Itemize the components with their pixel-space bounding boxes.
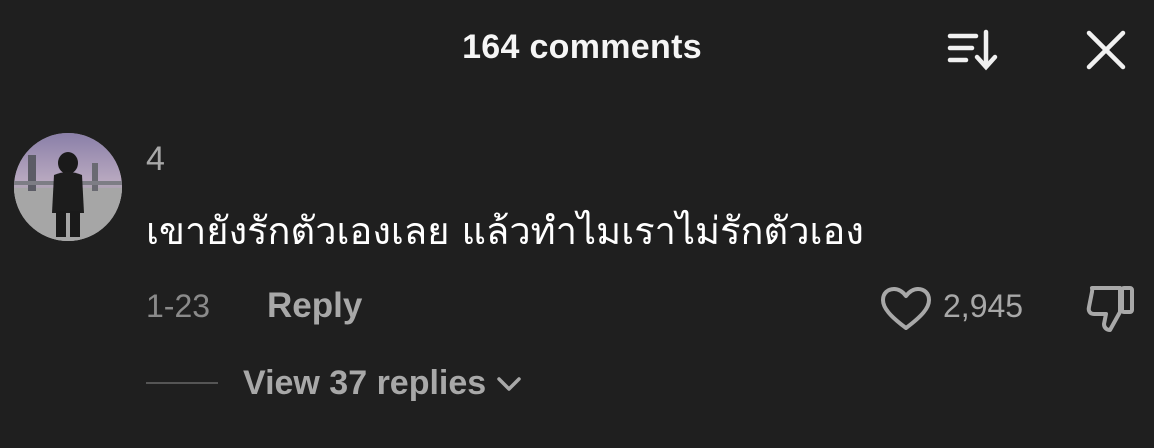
dislike-button[interactable] bbox=[1084, 282, 1136, 334]
view-replies-button[interactable]: View 37 replies bbox=[243, 364, 524, 403]
comment-date: 1-23 bbox=[146, 288, 211, 324]
close-button[interactable] bbox=[1082, 26, 1130, 74]
heart-icon bbox=[881, 287, 931, 330]
sort-button[interactable] bbox=[944, 26, 1002, 74]
chevron-down-icon bbox=[497, 376, 521, 391]
view-replies-label: View 37 replies bbox=[243, 364, 487, 402]
like-count: 2,945 bbox=[943, 288, 1024, 324]
close-icon bbox=[1086, 30, 1126, 70]
comment-text: เขายังรักตัวเองเลย แล้วทำไมเราไม่รักตัวเ… bbox=[146, 209, 864, 253]
replies-divider bbox=[146, 382, 218, 384]
reply-button[interactable]: Reply bbox=[267, 286, 362, 326]
sort-icon bbox=[947, 29, 998, 71]
avatar[interactable] bbox=[14, 133, 122, 241]
comment-username[interactable]: 4 bbox=[146, 140, 165, 179]
avatar-image bbox=[14, 133, 122, 241]
thumbs-down-icon bbox=[1086, 286, 1134, 332]
like-button[interactable] bbox=[880, 286, 932, 332]
